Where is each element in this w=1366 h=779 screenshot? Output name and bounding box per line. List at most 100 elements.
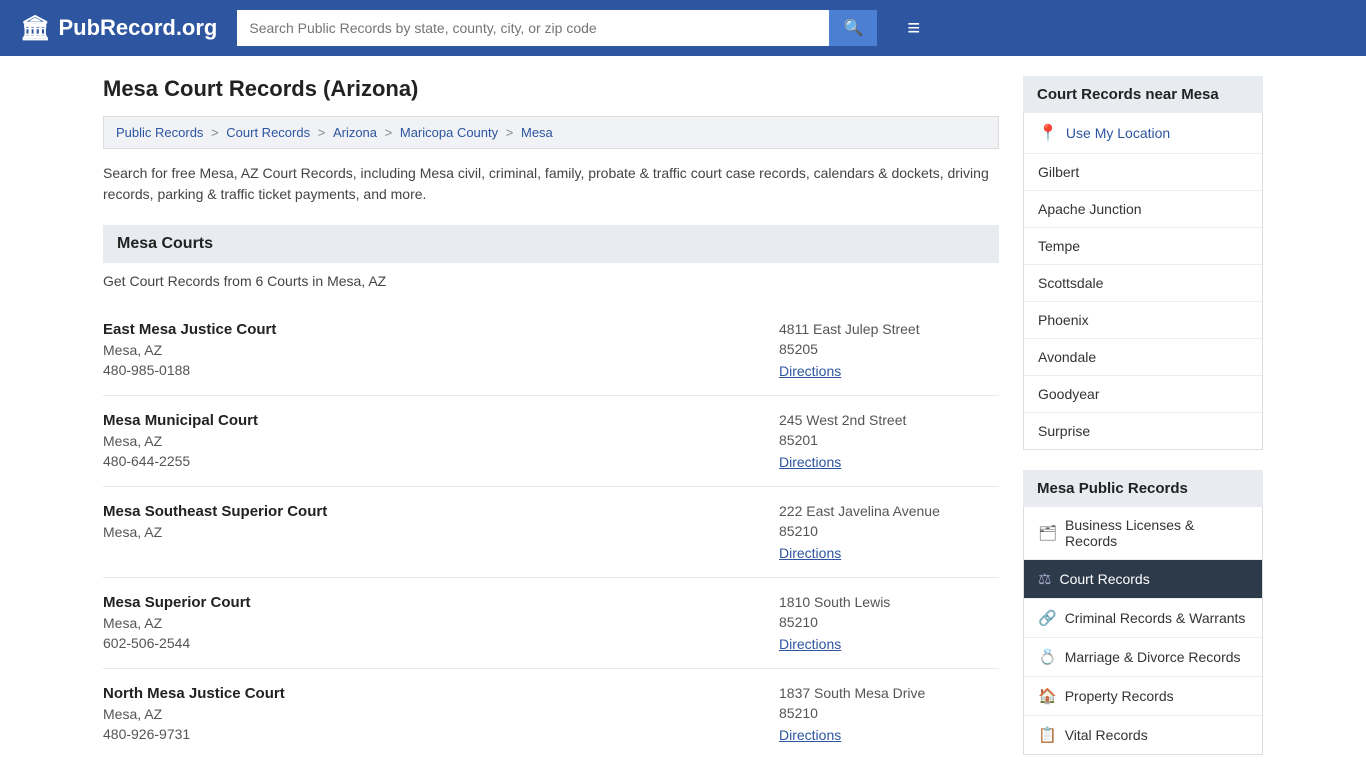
search-bar: 🔍 xyxy=(237,10,877,46)
record-item[interactable]: 📋 Vital Records xyxy=(1024,716,1262,754)
menu-icon[interactable]: ≡ xyxy=(907,15,920,41)
public-records-title: Mesa Public Records xyxy=(1023,470,1263,507)
nearby-city-item[interactable]: Avondale xyxy=(1024,339,1262,376)
page-description: Search for free Mesa, AZ Court Records, … xyxy=(103,163,999,205)
court-name: East Mesa Justice Court xyxy=(103,321,276,338)
record-icon: 📋 xyxy=(1038,726,1057,744)
pin-icon: 📍 xyxy=(1038,123,1058,143)
use-location-item[interactable]: 📍 Use My Location xyxy=(1024,113,1262,154)
directions-link[interactable]: Directions xyxy=(779,545,841,561)
court-address: 245 West 2nd Street 85201 Directions xyxy=(779,412,999,470)
use-location-label: Use My Location xyxy=(1066,125,1170,141)
court-name: Mesa Municipal Court xyxy=(103,412,258,429)
search-button[interactable]: 🔍 xyxy=(829,10,877,46)
address-street: 222 East Javelina Avenue xyxy=(779,503,999,519)
address-zip: 85201 xyxy=(779,432,999,448)
breadcrumb-court-records[interactable]: Court Records xyxy=(226,125,310,140)
address-street: 4811 East Julep Street xyxy=(779,321,999,337)
record-icon: 🔗 xyxy=(1038,609,1057,627)
court-name: Mesa Superior Court xyxy=(103,594,251,611)
breadcrumb-mesa[interactable]: Mesa xyxy=(521,125,553,140)
address-zip: 85210 xyxy=(779,705,999,721)
record-item[interactable]: ⚖ Court Records xyxy=(1024,560,1262,599)
court-city: Mesa, AZ xyxy=(103,433,258,449)
directions-link[interactable]: Directions xyxy=(779,363,841,379)
record-item[interactable]: 💍 Marriage & Divorce Records xyxy=(1024,638,1262,677)
address-street: 245 West 2nd Street xyxy=(779,412,999,428)
nearby-city-item[interactable]: Apache Junction xyxy=(1024,191,1262,228)
records-list: 🗂 Business Licenses & Records ⚖ Court Re… xyxy=(1023,507,1263,755)
record-icon: 🗂 xyxy=(1038,524,1057,542)
court-phone: 480-926-9731 xyxy=(103,726,285,742)
breadcrumb: Public Records > Court Records > Arizona… xyxy=(103,116,999,149)
court-phone: 480-644-2255 xyxy=(103,453,258,469)
court-entry: Mesa Southeast Superior Court Mesa, AZ 2… xyxy=(103,487,999,578)
court-info: Mesa Superior Court Mesa, AZ 602-506-254… xyxy=(103,594,251,652)
court-city: Mesa, AZ xyxy=(103,342,276,358)
record-icon: 🏠 xyxy=(1038,687,1057,705)
nearby-city-item[interactable]: Phoenix xyxy=(1024,302,1262,339)
sidebar: Court Records near Mesa 📍 Use My Locatio… xyxy=(1023,76,1263,759)
site-logo[interactable]: 🏛 PubRecord.org xyxy=(20,14,217,43)
nearby-city-item[interactable]: Surprise xyxy=(1024,413,1262,449)
content-area: Mesa Court Records (Arizona) Public Reco… xyxy=(103,76,999,759)
court-info: East Mesa Justice Court Mesa, AZ 480-985… xyxy=(103,321,276,379)
address-zip: 85210 xyxy=(779,523,999,539)
nearby-city-item[interactable]: Tempe xyxy=(1024,228,1262,265)
courts-list: East Mesa Justice Court Mesa, AZ 480-985… xyxy=(103,305,999,759)
nearby-cities-list: 📍 Use My Location GilbertApache Junction… xyxy=(1023,113,1263,450)
record-label: Property Records xyxy=(1065,688,1174,704)
address-zip: 85210 xyxy=(779,614,999,630)
nearby-city-item[interactable]: Gilbert xyxy=(1024,154,1262,191)
page-title: Mesa Court Records (Arizona) xyxy=(103,76,999,102)
court-info: North Mesa Justice Court Mesa, AZ 480-92… xyxy=(103,685,285,743)
court-city: Mesa, AZ xyxy=(103,706,285,722)
address-street: 1837 South Mesa Drive xyxy=(779,685,999,701)
record-label: Criminal Records & Warrants xyxy=(1065,610,1246,626)
court-city: Mesa, AZ xyxy=(103,615,251,631)
court-phone: 480-985-0188 xyxy=(103,362,276,378)
record-icon: 💍 xyxy=(1038,648,1057,666)
record-icon: ⚖ xyxy=(1038,570,1051,588)
court-entry: North Mesa Justice Court Mesa, AZ 480-92… xyxy=(103,669,999,759)
breadcrumb-maricopa[interactable]: Maricopa County xyxy=(400,125,498,140)
section-count: Get Court Records from 6 Courts in Mesa,… xyxy=(103,273,999,289)
building-icon: 🏛 xyxy=(20,14,50,43)
breadcrumb-public-records[interactable]: Public Records xyxy=(116,125,203,140)
record-item[interactable]: 🔗 Criminal Records & Warrants xyxy=(1024,599,1262,638)
court-info: Mesa Southeast Superior Court Mesa, AZ xyxy=(103,503,327,561)
site-header: 🏛 PubRecord.org 🔍 ≡ xyxy=(0,0,1366,56)
search-icon: 🔍 xyxy=(843,20,863,37)
nearby-city-item[interactable]: Goodyear xyxy=(1024,376,1262,413)
search-input[interactable] xyxy=(237,10,829,46)
record-item[interactable]: 🏠 Property Records xyxy=(1024,677,1262,716)
directions-link[interactable]: Directions xyxy=(779,454,841,470)
record-label: Business Licenses & Records xyxy=(1065,517,1248,549)
court-name: Mesa Southeast Superior Court xyxy=(103,503,327,520)
section-title: Mesa Courts xyxy=(103,225,999,263)
court-address: 222 East Javelina Avenue 85210 Direction… xyxy=(779,503,999,561)
record-item[interactable]: 🗂 Business Licenses & Records xyxy=(1024,507,1262,560)
court-phone: 602-506-2544 xyxy=(103,635,251,651)
court-name: North Mesa Justice Court xyxy=(103,685,285,702)
court-entry: East Mesa Justice Court Mesa, AZ 480-985… xyxy=(103,305,999,396)
record-label: Court Records xyxy=(1059,571,1149,587)
directions-link[interactable]: Directions xyxy=(779,636,841,652)
record-label: Vital Records xyxy=(1065,727,1148,743)
site-name: PubRecord.org xyxy=(58,15,217,41)
address-street: 1810 South Lewis xyxy=(779,594,999,610)
address-zip: 85205 xyxy=(779,341,999,357)
breadcrumb-arizona[interactable]: Arizona xyxy=(333,125,377,140)
nearby-title: Court Records near Mesa xyxy=(1023,76,1263,113)
court-info: Mesa Municipal Court Mesa, AZ 480-644-22… xyxy=(103,412,258,470)
record-label: Marriage & Divorce Records xyxy=(1065,649,1241,665)
court-address: 4811 East Julep Street 85205 Directions xyxy=(779,321,999,379)
directions-link[interactable]: Directions xyxy=(779,727,841,743)
court-city: Mesa, AZ xyxy=(103,524,327,540)
nearby-city-item[interactable]: Scottsdale xyxy=(1024,265,1262,302)
court-address: 1810 South Lewis 85210 Directions xyxy=(779,594,999,652)
main-container: Mesa Court Records (Arizona) Public Reco… xyxy=(83,56,1283,779)
court-entry: Mesa Municipal Court Mesa, AZ 480-644-22… xyxy=(103,396,999,487)
court-entry: Mesa Superior Court Mesa, AZ 602-506-254… xyxy=(103,578,999,669)
court-address: 1837 South Mesa Drive 85210 Directions xyxy=(779,685,999,743)
